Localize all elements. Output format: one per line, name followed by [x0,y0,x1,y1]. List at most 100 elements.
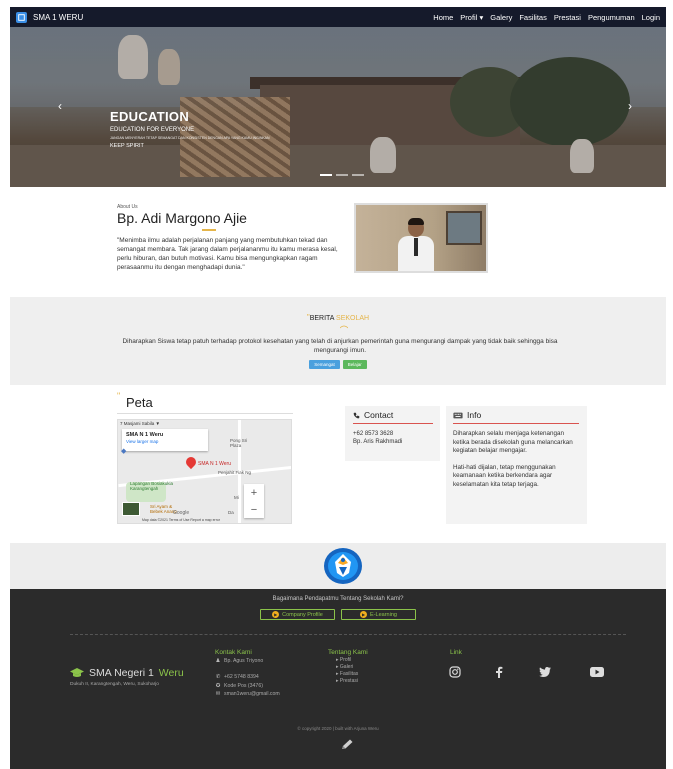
brand[interactable]: SMA 1 WERU [16,11,84,23]
map-label: Lapangan Bosiakukia Karangtengah [130,481,174,491]
envelope-icon: ✉ [215,691,221,697]
contact-person: Bp. Aris Rakhmadi [353,439,403,445]
map-marker-icon: ✪ [215,683,221,689]
hero-overlay [10,27,666,187]
link-column-title: Link [450,649,462,656]
news-section: "BERITA SEKOLAH Diharapkan Siswa tetap p… [10,297,666,385]
about-quote: "Menimba ilmu adalah perjalanan panjang … [117,237,338,271]
tag-belajar[interactable]: Belajar [342,360,367,369]
map-label: Da [228,510,234,515]
footer-contact-postal-text: Kode Pos (3476) [224,683,263,689]
map-card-title: SMA N 1 Weru [126,432,164,438]
nav-prestasi[interactable]: Prestasi [554,13,581,22]
footer-buttons: ▶ Company Profile ▶ E-Learning [10,609,666,620]
footer-address: Dukuh II, Karangtengah, Weru, Sukoharjo [70,682,159,687]
carousel-indicators [320,174,364,176]
phone-icon: ✆ [215,674,221,680]
footer-link-prestasi[interactable]: ▸ Prestasi [336,678,358,685]
news-title: "BERITA SEKOLAH [10,313,666,322]
contact-column-title: Kontak Kami [215,649,252,656]
footer-question: Bagaimana Pendapatmu Tentang Sekolah Kam… [272,596,404,602]
photo-person [398,218,434,271]
nav-login[interactable]: Login [642,13,660,22]
nav-galery[interactable]: Galery [490,13,512,22]
contact-box: Contact +62 8573 3628 Bp. Aris Rakhmadi [345,406,440,461]
footer-contact-email[interactable]: ✉ sman1weru@gmail.com [215,691,280,697]
peta-quote-mark: " [117,391,121,401]
hero-carousel: ‹ › EDUCATION EDUCATION FOR EVERYONE JAN… [10,27,666,187]
footer-contact-email-text: sman1weru@gmail.com [224,691,280,697]
facebook-icon[interactable] [492,665,506,679]
company-profile-button[interactable]: ▶ Company Profile [260,609,335,620]
logo-bar [10,543,666,589]
pencil-icon [342,739,353,749]
map-zoom-in-button[interactable]: + [251,487,257,499]
carousel-next-icon[interactable]: › [628,99,632,113]
about-links: ▸ Profil ▸ Galeri ▸ Fasilitas ▸ Prestasi [336,657,358,685]
footer-brand-a: SMA Negeri 1 [89,667,154,679]
company-profile-label: Company Profile [282,611,323,618]
tut-wuri-handayani-emblem-icon [324,548,362,584]
info-heading: Info [453,410,580,420]
contact-title: Contact [364,410,394,420]
map-larger-link[interactable]: View larger map [126,439,204,444]
map-info-card: SMA N 1 Weru View larger map [122,429,208,451]
map-location-icon[interactable]: ◆ [121,447,126,455]
carousel-indicator[interactable] [336,174,348,176]
google-map[interactable]: 7 Masjami Sabila ▼ SMA N 1 Weru View lar… [117,419,292,524]
map-zoom-out-button[interactable]: − [251,504,257,516]
footer-link-profil[interactable]: ▸ Profil [336,657,358,664]
news-title-a: BERITA [309,315,335,322]
divider-ornament-icon [340,325,348,329]
youtube-icon[interactable] [590,665,604,679]
tag-semangat[interactable]: Semangat [309,360,340,369]
map-satellite-thumb[interactable] [122,502,140,516]
map-pin-icon[interactable] [183,454,199,470]
arrow-circle-icon: ▶ [272,611,280,618]
footer-divider [70,634,626,635]
info-title: Info [467,410,482,420]
hero-title: EDUCATION [110,109,190,124]
nav-pengumuman[interactable]: Pengumuman [588,13,635,22]
hero-caption: EDUCATION EDUCATION FOR EVERYONE JANGAN … [110,109,270,149]
carousel-indicator[interactable] [352,174,364,176]
principal-photo [354,203,488,273]
peta-divider [117,413,293,414]
contact-heading: Contact [353,410,432,420]
map-label: Pong Sri Plaza [230,438,248,448]
footer-brand: SMA Negeri 1 Weru [70,667,184,679]
map-label: Mi [234,495,239,500]
nav-profil[interactable]: Profil ▾ [460,13,483,22]
footer-contact-postal: ✪ Kode Pos (3476) [215,683,263,689]
footer-link-fasilitas[interactable]: ▸ Fasilitas [336,671,358,678]
brand-name: SMA 1 WERU [33,12,84,22]
nav-fasilitas[interactable]: Fasilitas [519,13,547,22]
map-footer: Map data ©2021 Terms of Use Report a map… [142,518,220,522]
footer-link-galeri[interactable]: ▸ Galeri [336,664,358,671]
nav-home[interactable]: Home [433,13,453,22]
contact-rule [353,423,433,424]
phone-icon [353,412,360,418]
e-learning-button[interactable]: ▶ E-Learning [341,609,416,620]
carousel-prev-icon[interactable]: ‹ [58,99,62,113]
footer-contact-person: ♟ Bp. Agus Triyono [215,658,264,664]
map-top-label: 7 Masjami Sabila ▼ [120,421,160,426]
instagram-icon[interactable] [448,665,462,679]
arrow-circle-icon: ▶ [360,611,368,618]
twitter-icon[interactable] [538,665,552,679]
footer-contact-phone: ✆ +62 5748 8394 [215,674,259,680]
contact-phone: +62 8573 3628 [353,431,394,437]
photo-window [446,211,482,245]
hero-description: JANGAN MENYERAH TETAP SEMANGAT DAN KONSI… [110,136,270,140]
navbar: SMA 1 WERU Home Profil ▾ Galery Fasilita… [10,7,666,27]
photo-tie [414,238,418,256]
copyright: © copyright 2020 | built with Arjuna Wer… [297,726,379,731]
about-divider [202,229,216,231]
about-name: Bp. Adi Margono Ajie [117,210,247,226]
news-title-b: SEKOLAH [336,315,370,322]
info-rule [453,423,579,424]
photo-hair [408,218,424,225]
carousel-indicator[interactable] [320,174,332,176]
hero-subtitle: EDUCATION FOR EVERYONE [110,127,195,133]
info-paragraph-1: Diharapkan selalu menjaga ketenangan ket… [453,430,573,454]
